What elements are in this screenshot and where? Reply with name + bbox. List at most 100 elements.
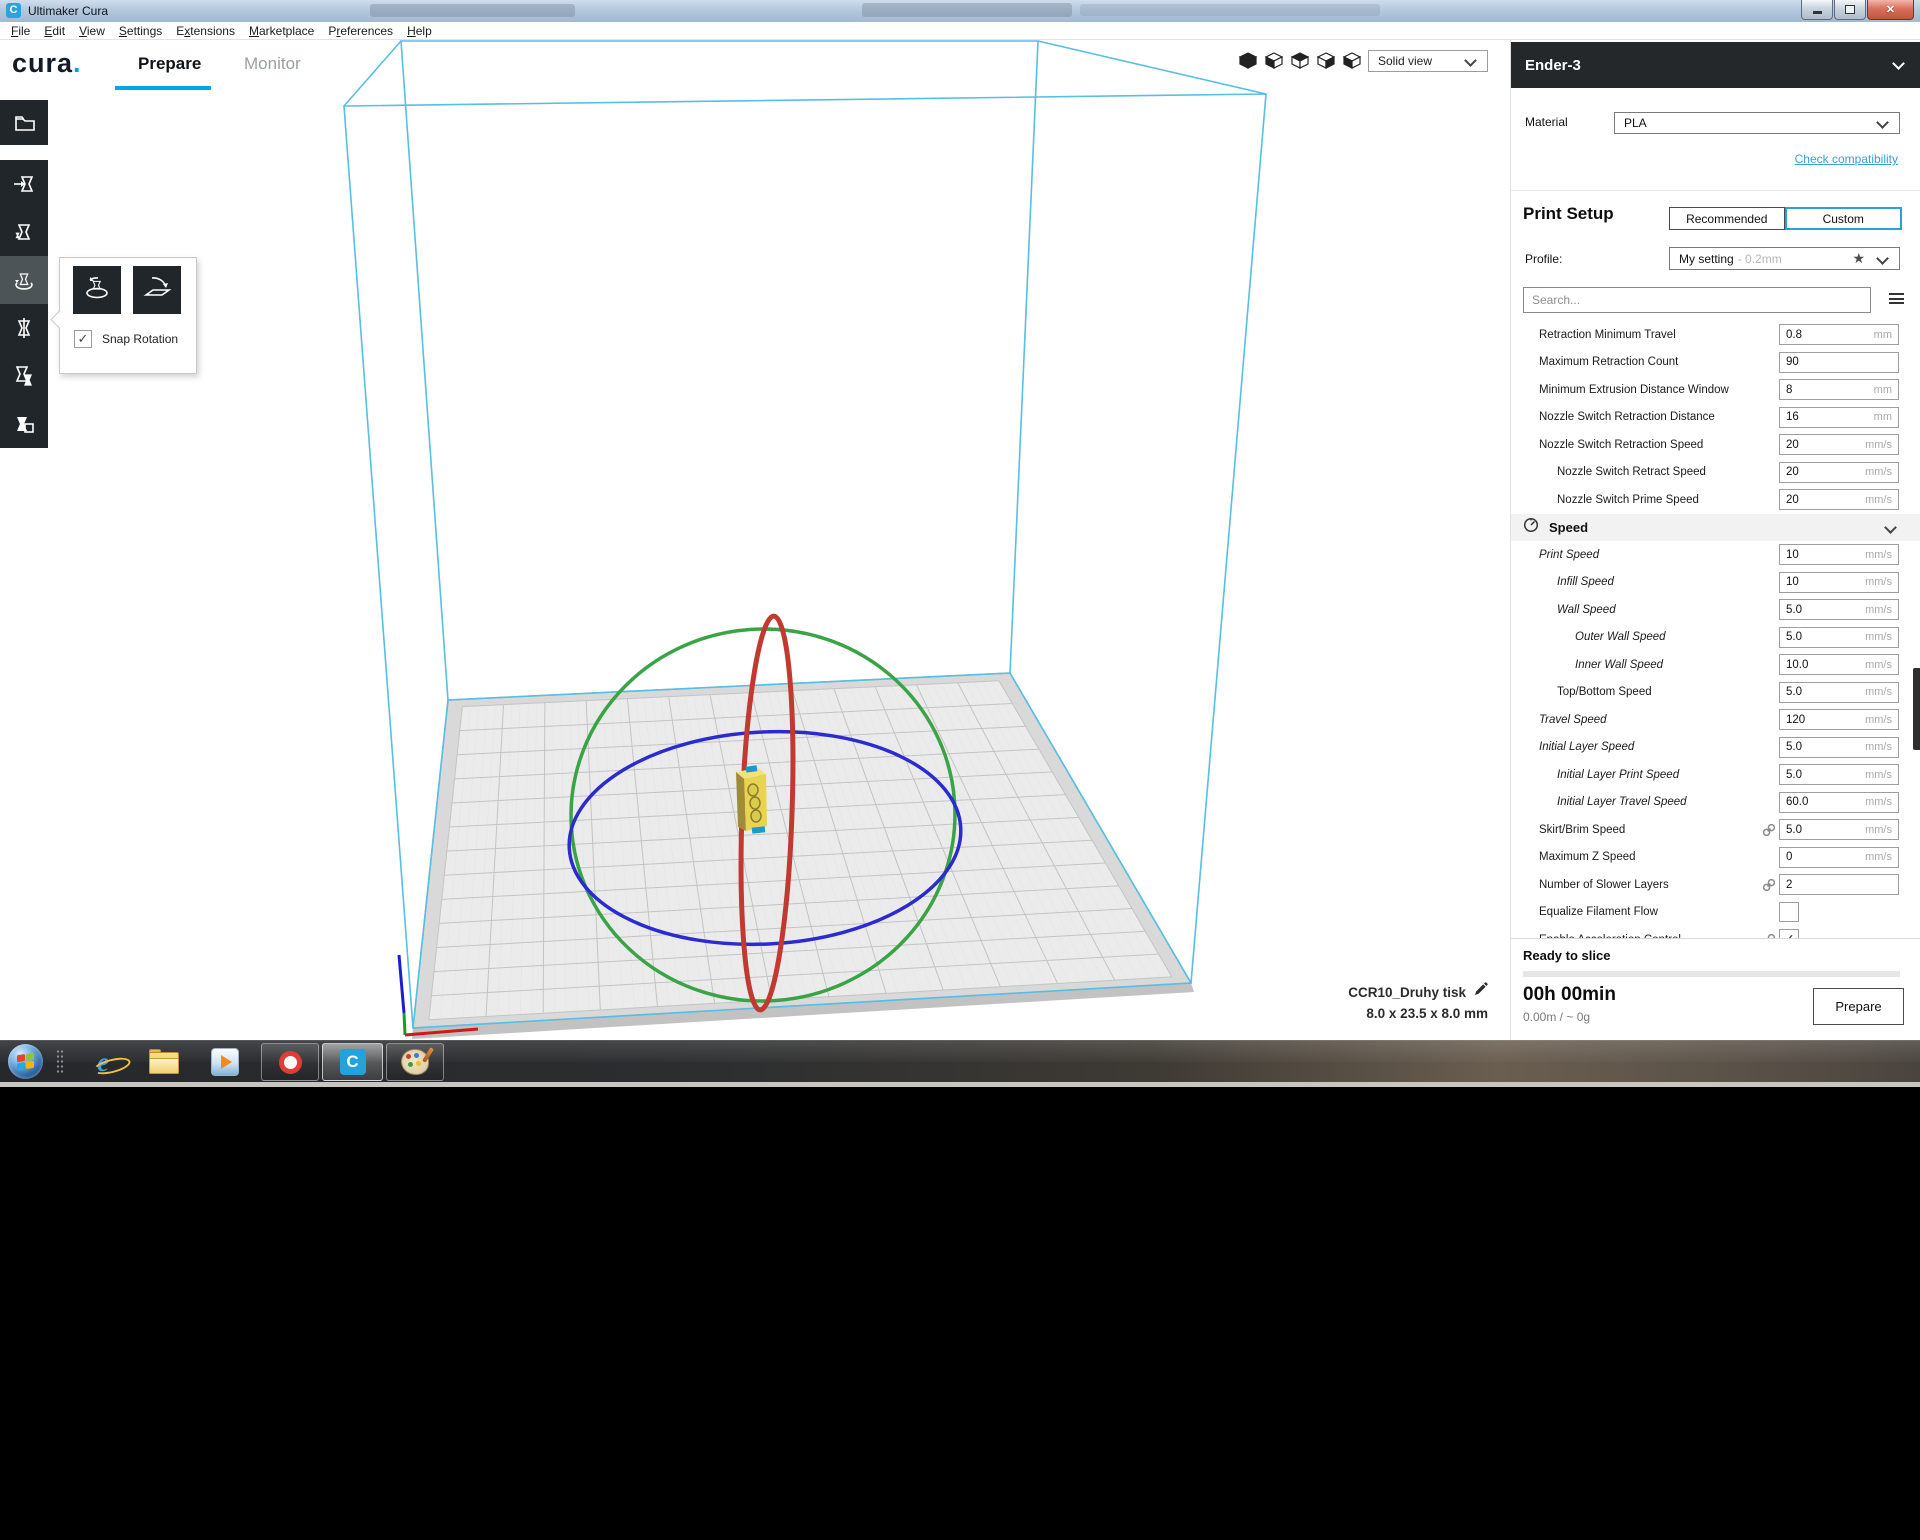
view-3d-button[interactable] (1237, 53, 1258, 71)
setting-value-field[interactable]: 20mm/s (1779, 462, 1899, 483)
edit-job-name-icon[interactable] (1473, 982, 1488, 1000)
close-button[interactable]: ✕ (1867, 0, 1914, 20)
setting-value-field[interactable]: 5.0mm/s (1779, 682, 1899, 703)
setting-value-field[interactable]: 5.0mm/s (1779, 764, 1899, 785)
cura-logo: cura. (12, 48, 82, 79)
setting-slot: 90 (1779, 352, 1899, 373)
setting-value: 0 (1786, 851, 1865, 863)
setting-slot: 120mm/s (1779, 709, 1899, 730)
menu-preferences[interactable]: Preferences (328, 24, 393, 38)
setting-checkbox[interactable] (1779, 902, 1799, 922)
internet-explorer-icon: e (97, 1049, 109, 1075)
setting-value-field[interactable]: 120mm/s (1779, 709, 1899, 730)
view-front-button[interactable] (1263, 53, 1284, 71)
per-model-settings-tool-icon (12, 364, 36, 388)
setting-row: Initial Layer Travel Speed60.0mm/s (1511, 789, 1920, 817)
tab-prepare[interactable]: Prepare (138, 54, 201, 74)
setting-value-field[interactable]: 5.0mm/s (1779, 819, 1899, 840)
scale-tool-button[interactable] (0, 208, 48, 256)
setting-value-field[interactable]: 20mm/s (1779, 434, 1899, 455)
settings-search-input[interactable] (1523, 287, 1871, 313)
setting-slot: 0mm/s (1779, 847, 1899, 868)
reset-rotation-button[interactable] (73, 266, 121, 314)
start-button[interactable] (8, 1044, 43, 1079)
setting-value-field[interactable]: 10mm/s (1779, 544, 1899, 565)
snap-rotation-checkbox[interactable]: ✓ (74, 330, 92, 348)
setting-value-field[interactable]: 5.0mm/s (1779, 737, 1899, 758)
internet-explorer-taskbar-button[interactable]: e (86, 1046, 120, 1078)
check-compatibility-link[interactable]: Check compatibility (1795, 152, 1898, 166)
windows-explorer-taskbar-button[interactable] (146, 1046, 180, 1078)
setting-value-field[interactable]: 0mm/s (1779, 847, 1899, 868)
mirror-tool-button[interactable] (0, 304, 48, 352)
menu-extensions[interactable]: Extensions (176, 24, 235, 38)
menu-help[interactable]: Help (407, 24, 432, 38)
minimize-button[interactable] (1801, 0, 1833, 20)
opera-taskbar-button[interactable] (261, 1043, 319, 1081)
cura-taskbar-button[interactable]: C (322, 1043, 383, 1081)
printer-selector[interactable]: Ender-3 (1511, 42, 1920, 88)
setting-value-field[interactable]: 16mm (1779, 407, 1899, 428)
setting-label: Nozzle Switch Retract Speed (1511, 466, 1759, 478)
settings-category-speed[interactable]: Speed (1511, 514, 1920, 542)
view-left-button[interactable] (1315, 53, 1336, 71)
restore-button[interactable] (1834, 0, 1866, 20)
view-right-button[interactable] (1341, 53, 1362, 71)
move-tool-button[interactable] (0, 160, 48, 208)
cura-icon: C (340, 1049, 366, 1075)
setting-value-field[interactable]: 10.0mm/s (1779, 654, 1899, 675)
open-file-button[interactable] (0, 100, 48, 145)
support-blocker-tool-icon (12, 412, 36, 436)
setting-value-field[interactable]: 90 (1779, 352, 1899, 373)
view-top-button[interactable] (1289, 53, 1310, 71)
tab-monitor[interactable]: Monitor (244, 54, 301, 74)
setting-unit: mm/s (1865, 466, 1892, 478)
settings-scrollbar[interactable] (1913, 668, 1920, 750)
setting-label: Outer Wall Speed (1511, 631, 1759, 643)
menu-view[interactable]: View (79, 24, 105, 38)
rotate-tool-button[interactable] (0, 256, 48, 304)
recommended-mode-button[interactable]: Recommended (1669, 207, 1785, 230)
menu-edit[interactable]: Edit (44, 24, 65, 38)
view-mode-dropdown[interactable]: Solid view (1368, 50, 1488, 72)
windows-taskbar: e C CS ▲ 15:28 30.12.2018 (0, 1040, 1920, 1082)
prepare-button[interactable]: Prepare (1813, 988, 1904, 1025)
setting-value-field[interactable]: 8mm (1779, 379, 1899, 400)
scale-tool-icon (12, 220, 36, 244)
setting-value: 60.0 (1786, 796, 1865, 808)
material-dropdown[interactable]: PLA (1614, 112, 1900, 134)
menu-settings[interactable]: Settings (119, 24, 162, 38)
setting-row: Nozzle Switch Retraction Speed20mm/s (1511, 431, 1920, 459)
setting-slot: 5.0mm/s (1779, 682, 1899, 703)
windows-media-player-taskbar-button[interactable] (208, 1046, 242, 1078)
setting-value: 5.0 (1786, 604, 1865, 616)
setting-checkbox[interactable]: ✓ (1779, 929, 1799, 938)
support-blocker-tool-button[interactable] (0, 400, 48, 448)
menu-file[interactable]: File (11, 24, 30, 38)
setting-unit: mm/s (1865, 494, 1892, 506)
restore-icon (1845, 5, 1855, 14)
setting-value-field[interactable]: 20mm/s (1779, 489, 1899, 510)
custom-mode-button[interactable]: Custom (1785, 207, 1903, 230)
setting-slot: 8mm (1779, 379, 1899, 400)
setting-unit: mm/s (1865, 576, 1892, 588)
setting-value: 5.0 (1786, 686, 1865, 698)
view-left-icon (1316, 51, 1336, 74)
setting-value-field[interactable]: 10mm/s (1779, 572, 1899, 593)
settings-menu-icon[interactable] (1889, 293, 1904, 305)
setting-value-field[interactable]: 2 (1779, 874, 1899, 895)
view-orientation-bar (1237, 53, 1367, 71)
menu-marketplace[interactable]: Marketplace (249, 24, 314, 38)
setting-value-field[interactable]: 5.0mm/s (1779, 627, 1899, 648)
per-model-settings-tool-button[interactable] (0, 352, 48, 400)
setting-value-field[interactable]: 60.0mm/s (1779, 792, 1899, 813)
paint-taskbar-button[interactable] (386, 1043, 444, 1081)
lay-flat-button[interactable] (133, 266, 181, 314)
tool-group (0, 160, 48, 448)
setting-value-field[interactable]: 0.8mm (1779, 324, 1899, 345)
build-plate (412, 673, 1194, 1039)
model-object[interactable] (736, 765, 767, 833)
viewport-3d[interactable] (0, 40, 1510, 1040)
setting-value-field[interactable]: 5.0mm/s (1779, 599, 1899, 620)
profile-dropdown[interactable]: My setting - 0.2mm ★ (1669, 247, 1900, 270)
